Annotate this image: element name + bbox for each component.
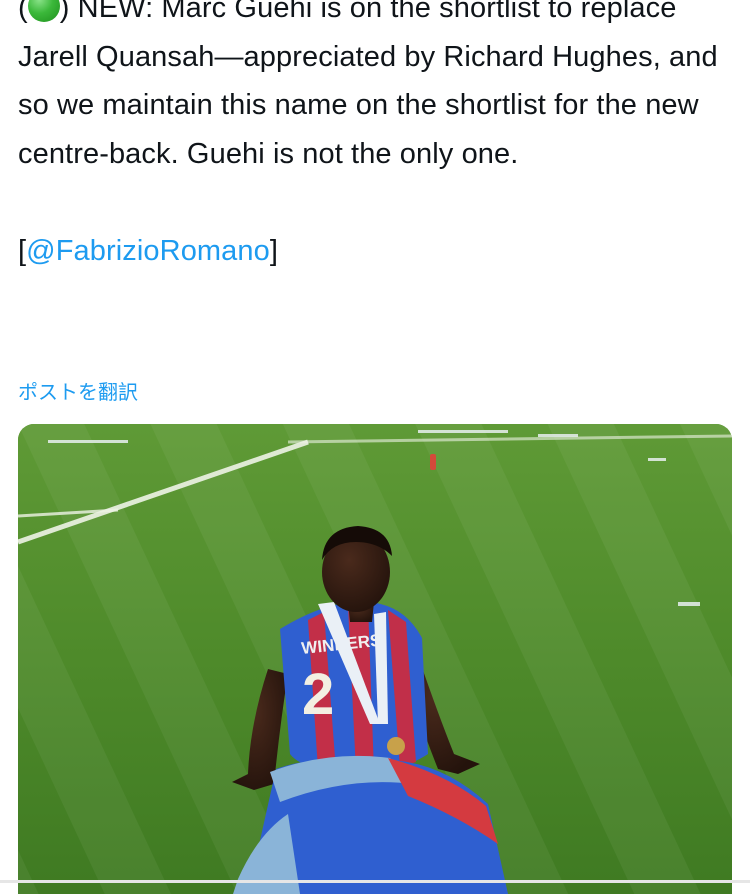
shirt-number-text: 2	[302, 662, 334, 727]
bracket-close: ]	[269, 234, 279, 267]
tweet-mention-line: [@FabrizioRomano]	[18, 227, 738, 276]
bracket-open: [	[18, 234, 27, 267]
tweet-body: () NEW: Marc Guehi is on the shortlist t…	[18, 0, 738, 178]
tweet-body-text: ) NEW: Marc Guehi is on the shortlist to…	[18, 0, 718, 170]
photo-player-on-pitch: WINNERS 2	[18, 424, 732, 894]
open-paren: (	[18, 0, 28, 24]
tweet-text: () NEW: Marc Guehi is on the shortlist t…	[18, 0, 738, 275]
tweet-photo[interactable]: WINNERS 2	[18, 424, 732, 894]
translate-post-link[interactable]: ポストを翻訳	[18, 376, 138, 405]
green-circle-icon	[27, 0, 60, 22]
mention-link[interactable]: @FabrizioRomano	[26, 235, 270, 267]
